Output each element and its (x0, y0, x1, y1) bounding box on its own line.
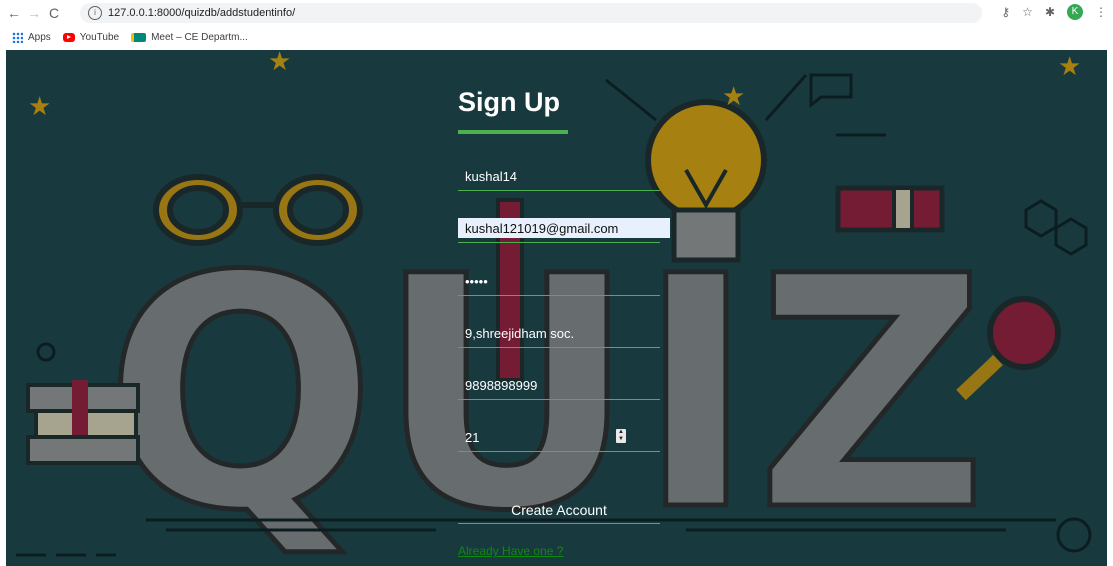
password-input[interactable] (458, 271, 655, 291)
page-viewport: QUIZ ★ ★ ★ ★ Sign Up kushal14 kushal1210… (6, 50, 1107, 566)
star-icon[interactable]: ☆ (1022, 5, 1033, 19)
bookmark-meet[interactable]: Meet – CE Departm... (131, 32, 248, 43)
create-account-button[interactable]: Create Account (458, 496, 660, 524)
login-link[interactable]: Already Have one ? (458, 544, 563, 558)
reload-icon[interactable]: C (44, 5, 64, 21)
email-field[interactable] (458, 218, 670, 243)
extensions-icon[interactable]: ✱ (1045, 5, 1055, 19)
key-icon[interactable]: ⚷ (1001, 5, 1010, 19)
menu-icon[interactable]: ⋮ (1095, 5, 1107, 19)
number-spinner[interactable]: ▲ ▼ (616, 429, 626, 443)
meet-icon (131, 32, 147, 42)
background-overlay (6, 50, 1107, 566)
youtube-icon (62, 32, 75, 42)
bookmarks-bar: Apps YouTube Meet – CE Departm... (0, 26, 1113, 48)
forward-icon[interactable]: → (24, 5, 44, 21)
url-text: 127.0.0.1:8000/quizdb/addstudentinfo/ (108, 7, 296, 19)
back-icon[interactable]: ← (4, 5, 24, 21)
phone-input[interactable] (458, 375, 655, 395)
username-field[interactable] (458, 166, 660, 191)
apps-grid-icon (12, 31, 23, 43)
site-info-icon[interactable]: i (88, 6, 102, 20)
username-input[interactable] (458, 166, 655, 186)
address-field[interactable] (458, 323, 660, 348)
page-title: Sign Up (458, 87, 560, 117)
age-field[interactable]: ▲▼ (458, 427, 660, 452)
phone-field[interactable] (458, 375, 660, 400)
bookmark-label: Meet – CE Departm... (151, 31, 248, 43)
profile-avatar[interactable]: K (1067, 4, 1083, 20)
password-field[interactable] (458, 271, 660, 296)
email-input[interactable] (458, 218, 670, 238)
bookmark-label: YouTube (79, 31, 120, 43)
title-underline (458, 130, 568, 134)
bookmark-youtube[interactable]: YouTube (62, 31, 120, 43)
address-input[interactable] (458, 323, 655, 343)
browser-toolbar: ← → C i 127.0.0.1:8000/quizdb/addstudent… (0, 0, 1113, 26)
bookmark-apps[interactable]: Apps (12, 31, 51, 43)
address-bar[interactable]: i 127.0.0.1:8000/quizdb/addstudentinfo/ (80, 3, 982, 23)
bookmark-label: Apps (28, 31, 51, 43)
